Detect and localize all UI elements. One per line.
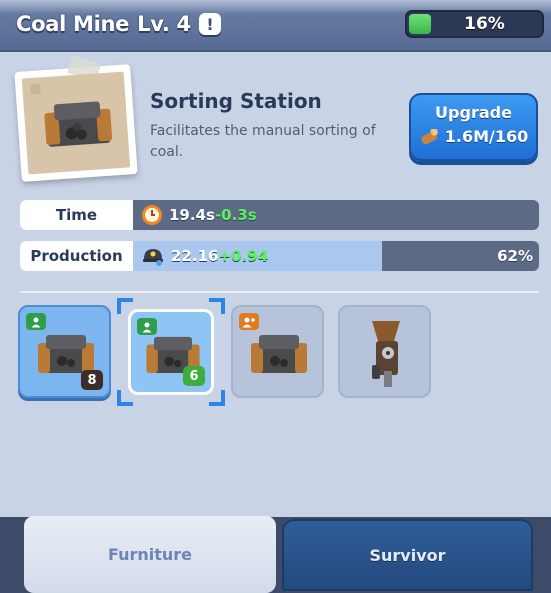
sorting-station-icon [30,83,113,147]
tab-survivor[interactable]: Survivor [282,519,533,591]
coal-helmet-icon [143,249,163,266]
upgrade-label: Upgrade [435,103,512,122]
furniture-slot-2[interactable]: 6 [128,309,214,395]
clock-icon [142,205,162,225]
item-description: Facilitates the manual sorting of coal. [150,123,376,160]
time-bonus: -0.3s [214,206,257,224]
time-label: Time [20,200,133,230]
building-title: Coal Mine Lv. 4 ! [16,12,221,36]
slot-count-badge: 8 [81,370,103,390]
time-stat-row: Time 19.4s-0.3s [20,200,539,230]
selection-corner-icon [117,298,133,314]
time-value: 19.4s [169,206,215,224]
slot-count-badge: 6 [183,366,205,386]
building-level: Lv. 4 [137,12,191,36]
production-bonus: +0.94 [218,247,269,265]
selection-corner-icon [209,390,225,406]
selection-corner-icon [209,298,225,314]
production-value-group: 22.16+0.94 [141,241,268,271]
production-stat-row: Production 22.16+0.94 62% [20,241,539,271]
furniture-slot-1[interactable]: 8 [18,305,111,398]
building-progress-bar: 16% [405,10,544,38]
production-label: Production [20,241,133,271]
item-thumbnail [14,55,138,182]
coal-grinder-icon [372,321,400,387]
upgrade-cost-value: 1.6M/160 [444,127,529,146]
furniture-slot-3[interactable] [231,305,324,398]
production-percent: 62% [497,247,533,265]
section-divider [20,291,539,293]
wood-log-icon [421,128,438,144]
item-name: Sorting Station [150,89,322,113]
upgrade-button[interactable]: Upgrade 1.6M/160 [409,93,538,161]
header-bar: Coal Mine Lv. 4 ! 16% [0,0,551,52]
tab-furniture[interactable]: Furniture [24,516,276,593]
info-icon[interactable]: ! [198,13,221,35]
progress-percent: 16% [464,14,505,34]
upgrade-cost: 1.6M/160 [411,127,536,146]
furniture-slot-4[interactable] [338,305,431,398]
building-name: Coal Mine [16,12,130,36]
selection-corner-icon [117,390,133,406]
sorting-station-icon [251,335,307,373]
production-value: 22.16 [171,247,219,265]
time-value-group: 19.4s-0.3s [141,200,257,230]
